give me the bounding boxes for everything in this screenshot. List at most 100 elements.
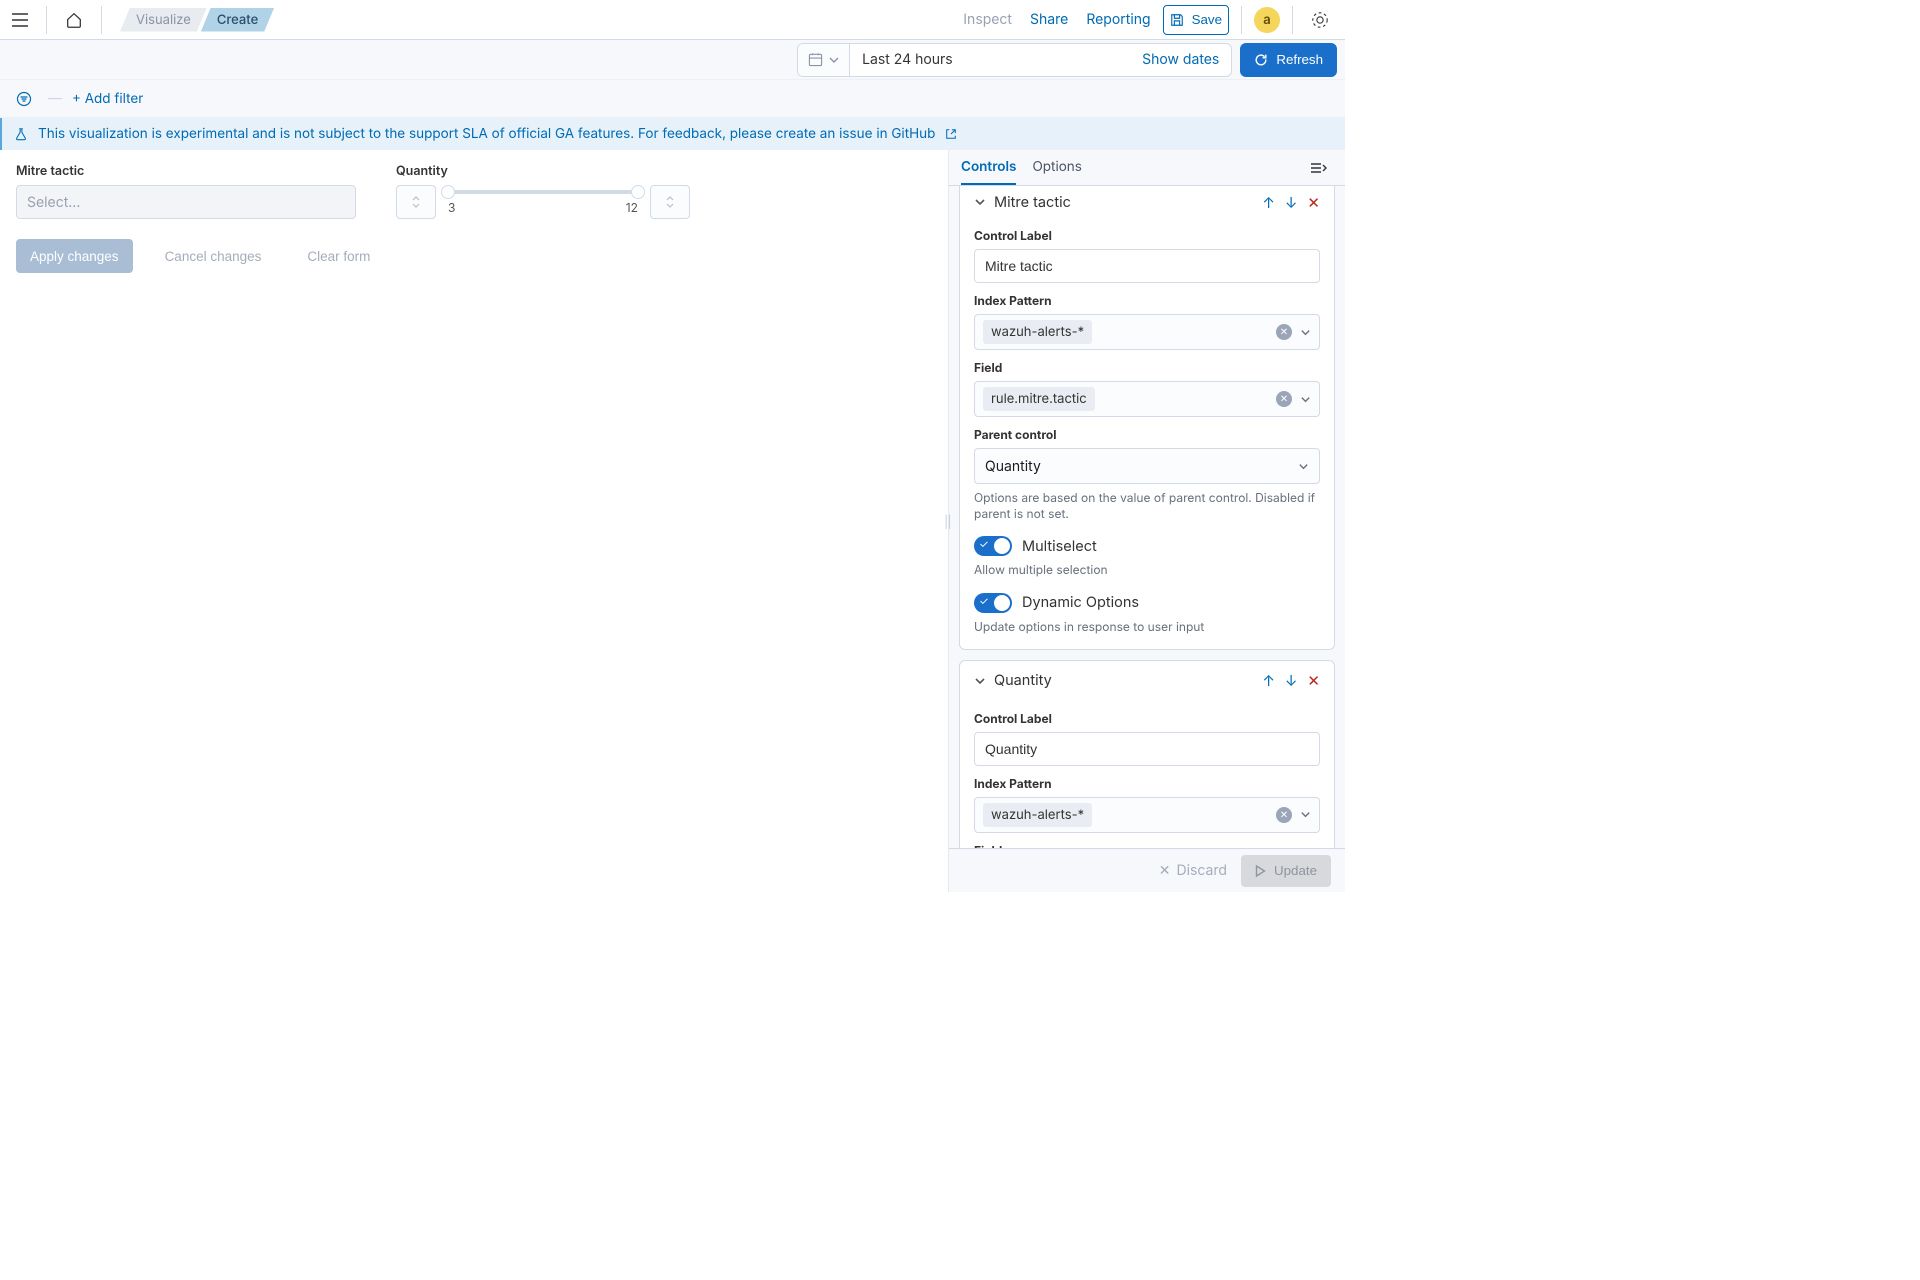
reporting-link[interactable]: Reporting <box>1080 11 1156 28</box>
chevron-down-icon <box>1300 327 1311 338</box>
field-chip: rule.mitre.tactic <box>983 387 1095 411</box>
delete-panel-button[interactable]: ✕ <box>1307 671 1320 690</box>
tab-options[interactable]: Options <box>1032 150 1081 185</box>
chevron-down-icon <box>1300 809 1311 820</box>
cancel-changes-button[interactable]: Cancel changes <box>151 239 276 273</box>
refresh-button[interactable]: Refresh <box>1240 43 1337 77</box>
quantity-slider[interactable] <box>448 190 638 194</box>
control-panel-mitre: Mitre tactic ↑ ↓ ✕ Control Label Index P… <box>959 186 1335 650</box>
callout-text: This visualization is experimental and i… <box>38 126 935 142</box>
play-icon <box>1255 865 1266 877</box>
dynamic-options-toggle[interactable] <box>974 593 1012 613</box>
chevron-down-icon <box>829 55 839 65</box>
update-button[interactable]: Update <box>1241 855 1331 887</box>
share-link[interactable]: Share <box>1024 11 1074 28</box>
panel-title: Mitre tactic <box>994 194 1071 211</box>
top-nav: Visualize Create Inspect Share Reporting… <box>0 0 1345 40</box>
query-bar: Last 24 hours Show dates Refresh <box>0 40 1345 80</box>
discard-button[interactable]: ✕ Discard <box>1159 862 1227 879</box>
date-quick-button[interactable] <box>798 44 850 76</box>
multiselect-help: Allow multiple selection <box>974 562 1320 578</box>
filter-menu-button[interactable] <box>10 85 38 113</box>
move-down-button[interactable]: ↓ <box>1285 193 1298 212</box>
clear-icon[interactable]: ✕ <box>1276 807 1292 823</box>
filter-icon <box>16 91 32 107</box>
save-button[interactable]: Save <box>1163 5 1229 35</box>
visualization-canvas: Mitre tactic Select... Quantity <box>0 150 948 892</box>
move-down-button[interactable]: ↓ <box>1285 671 1298 690</box>
control-panel-quantity: Quantity ↑ ↓ ✕ Control Label Index Patte… <box>959 660 1335 848</box>
avatar[interactable]: a <box>1254 7 1280 33</box>
collapse-sidebar-button[interactable] <box>1305 154 1333 182</box>
clear-icon[interactable]: ✕ <box>1276 324 1292 340</box>
lifebuoy-icon <box>1311 11 1329 29</box>
move-up-button[interactable]: ↑ <box>1262 671 1275 690</box>
divider <box>1292 6 1293 34</box>
slider-max-tick: 12 <box>626 200 638 215</box>
quantity-max-input[interactable] <box>650 185 690 219</box>
calendar-icon <box>808 52 823 67</box>
chevron-down-icon <box>1298 461 1309 472</box>
mitre-label: Mitre tactic <box>16 164 356 179</box>
index-pattern-chip: wazuh-alerts-* <box>983 803 1092 827</box>
mitre-select[interactable]: Select... <box>16 185 356 219</box>
apply-changes-button[interactable]: Apply changes <box>16 239 133 273</box>
index-pattern-chip: wazuh-alerts-* <box>983 320 1092 344</box>
dynamic-options-help: Update options in response to user input <box>974 619 1320 635</box>
show-dates-link[interactable]: Show dates <box>1130 44 1231 76</box>
clear-form-button[interactable]: Clear form <box>293 239 384 273</box>
field-combo[interactable]: rule.mitre.tactic ✕ <box>974 381 1320 417</box>
save-label: Save <box>1192 12 1222 27</box>
multiselect-toggle[interactable] <box>974 536 1012 556</box>
experimental-callout: This visualization is experimental and i… <box>0 118 1345 150</box>
index-pattern-label: Index Pattern <box>974 776 1320 791</box>
inspect-link[interactable]: Inspect <box>957 11 1018 28</box>
save-icon <box>1170 13 1184 27</box>
divider <box>101 6 102 34</box>
resize-handle[interactable]: ││ <box>943 514 950 529</box>
refresh-icon <box>1254 53 1268 67</box>
news-button[interactable] <box>1305 6 1335 34</box>
control-label-input[interactable] <box>974 732 1320 766</box>
tab-controls[interactable]: Controls <box>961 150 1016 185</box>
field-label: Field <box>974 360 1320 375</box>
move-up-button[interactable]: ↑ <box>1262 193 1275 212</box>
date-range-label[interactable]: Last 24 hours <box>850 44 1130 76</box>
filter-bar: — + Add filter <box>0 80 1345 118</box>
add-filter-link[interactable]: + Add filter <box>72 91 143 107</box>
beaker-icon <box>14 127 28 141</box>
control-label-input[interactable] <box>974 249 1320 283</box>
panel-title: Quantity <box>994 672 1052 689</box>
chevron-down-icon <box>1300 394 1311 405</box>
editor-sidebar: ││ Controls Options Mit <box>948 150 1345 892</box>
parent-control-select[interactable]: Quantity <box>974 448 1320 484</box>
chevron-down-icon[interactable] <box>974 196 986 208</box>
date-picker: Last 24 hours Show dates <box>797 43 1232 77</box>
breadcrumb-create[interactable]: Create <box>201 8 274 32</box>
slider-min-tick: 3 <box>448 200 455 215</box>
multiselect-label: Multiselect <box>1022 538 1097 555</box>
chevron-down-icon[interactable] <box>974 675 986 687</box>
quantity-min-input[interactable] <box>396 185 436 219</box>
breadcrumb: Visualize Create <box>120 8 274 32</box>
index-pattern-label: Index Pattern <box>974 293 1320 308</box>
menu-icon <box>12 13 28 27</box>
home-icon <box>65 11 83 29</box>
delete-panel-button[interactable]: ✕ <box>1307 193 1320 212</box>
divider <box>1241 6 1242 34</box>
close-icon: ✕ <box>1159 862 1171 879</box>
parent-control-help: Options are based on the value of parent… <box>974 490 1320 522</box>
control-label-field-label: Control Label <box>974 228 1320 243</box>
clear-icon[interactable]: ✕ <box>1276 391 1292 407</box>
index-pattern-combo[interactable]: wazuh-alerts-* ✕ <box>974 314 1320 350</box>
quantity-label: Quantity <box>396 164 736 179</box>
nav-toggle-button[interactable] <box>6 6 34 34</box>
index-pattern-combo[interactable]: wazuh-alerts-* ✕ <box>974 797 1320 833</box>
external-link-icon[interactable] <box>945 128 957 140</box>
divider <box>46 6 47 34</box>
breadcrumb-visualize[interactable]: Visualize <box>120 8 207 32</box>
parent-control-label: Parent control <box>974 427 1320 442</box>
collapse-icon <box>1311 162 1327 174</box>
home-button[interactable] <box>59 6 89 34</box>
dynamic-options-label: Dynamic Options <box>1022 594 1139 611</box>
